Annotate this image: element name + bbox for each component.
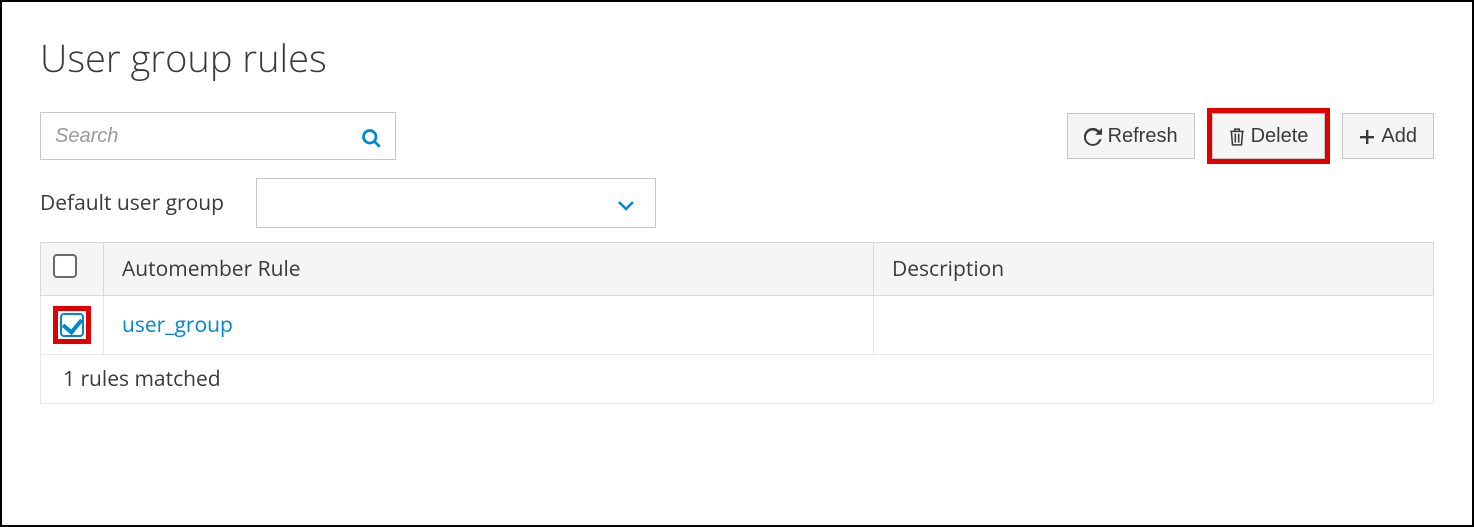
- search-input[interactable]: [55, 125, 361, 148]
- refresh-icon: [1084, 126, 1102, 146]
- delete-button[interactable]: Delete: [1212, 113, 1326, 159]
- app-frame: User group rules Refresh: [0, 0, 1474, 527]
- row-checkbox-cell[interactable]: [41, 296, 104, 355]
- delete-label: Delete: [1251, 125, 1309, 148]
- table-row: user_group: [41, 296, 1434, 355]
- default-group-label: Default user group: [40, 189, 224, 217]
- delete-highlight: Delete: [1207, 108, 1331, 164]
- action-buttons: Refresh Delete: [1067, 108, 1434, 164]
- table-footer: 1 rules matched: [41, 355, 1434, 404]
- row-checkbox-highlight: [53, 306, 91, 344]
- refresh-button[interactable]: Refresh: [1067, 113, 1195, 159]
- add-button[interactable]: Add: [1342, 113, 1434, 159]
- toolbar: Refresh Delete: [40, 108, 1434, 164]
- row-rule-cell: user_group: [104, 296, 874, 355]
- default-group-select[interactable]: [256, 178, 656, 228]
- header-description: Description: [874, 243, 1434, 296]
- rules-table: Automember Rule Description user_group 1…: [40, 242, 1434, 404]
- row-checkbox[interactable]: [60, 313, 84, 337]
- select-all-header[interactable]: [41, 243, 104, 296]
- add-label: Add: [1381, 125, 1417, 148]
- rule-link[interactable]: user_group: [122, 311, 233, 339]
- trash-icon: [1229, 126, 1245, 146]
- refresh-label: Refresh: [1108, 125, 1178, 148]
- plus-icon: [1359, 126, 1375, 146]
- table-header-row: Automember Rule Description: [41, 243, 1434, 296]
- table-footer-row: 1 rules matched: [41, 355, 1434, 404]
- header-rule: Automember Rule: [104, 243, 874, 296]
- default-group-row: Default user group: [40, 178, 1434, 228]
- row-description-cell: [874, 296, 1434, 355]
- search-icon[interactable]: [361, 123, 381, 150]
- page-title: User group rules: [40, 32, 1434, 84]
- select-all-checkbox[interactable]: [53, 254, 77, 278]
- search-box[interactable]: [40, 112, 396, 160]
- chevron-down-icon: [617, 192, 635, 214]
